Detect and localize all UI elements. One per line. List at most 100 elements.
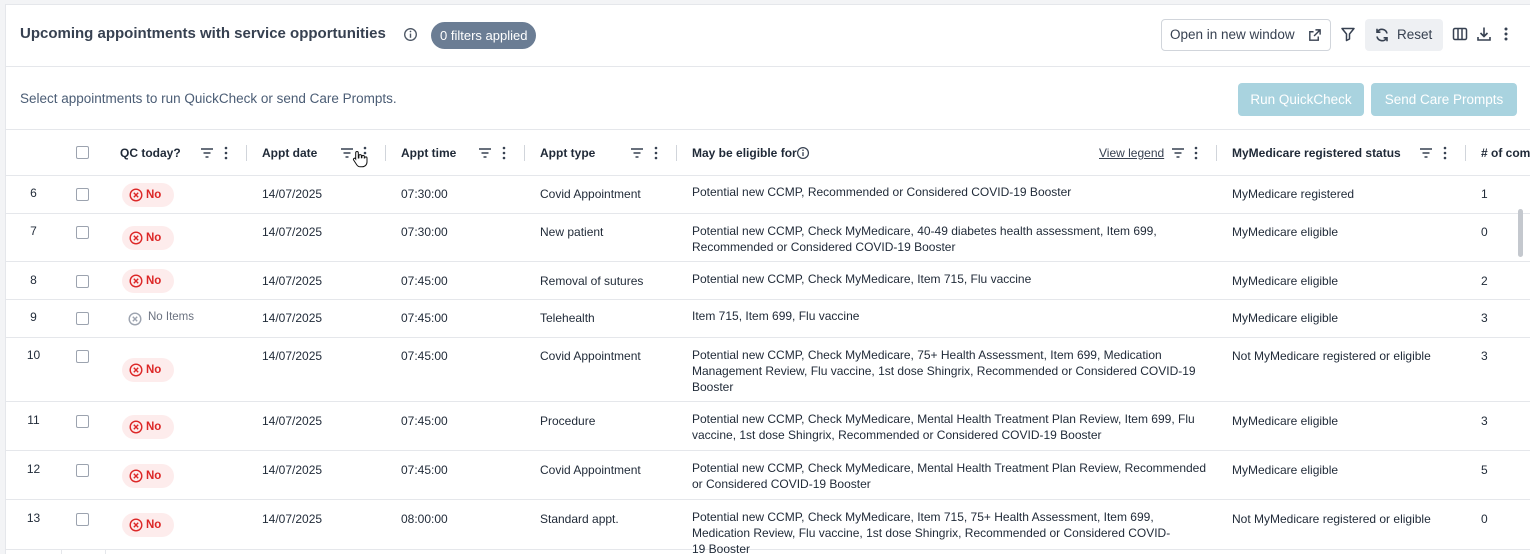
select-all-checkbox[interactable]	[76, 146, 89, 159]
table-row[interactable]: 13 No 14/07/2025 08:00:00 Standard appt.…	[6, 500, 1530, 554]
mymedicare-status: MyMedicare eligible	[1232, 225, 1339, 239]
column-header-qc-today[interactable]: QC today?	[120, 130, 181, 176]
appt-date: 14/07/2025	[262, 463, 323, 477]
view-legend-link[interactable]: View legend	[1099, 130, 1164, 176]
row-checkbox[interactable]	[76, 312, 89, 325]
filters-applied-badge[interactable]: 0 filters applied	[431, 22, 537, 49]
table-row[interactable]: 10 No 14/07/2025 07:45:00 Covid Appointm…	[6, 338, 1530, 402]
qc-status-badge: No	[122, 226, 174, 250]
row-checkbox[interactable]	[76, 513, 89, 526]
appt-type: Standard appt.	[540, 512, 619, 526]
column-separator[interactable]	[1465, 145, 1466, 161]
mymedicare-status: Not MyMedicare registered or eligible	[1232, 349, 1431, 363]
qc-status-badge: No	[122, 415, 174, 439]
column-filter-icon[interactable]	[478, 146, 492, 160]
column-menu-icon[interactable]	[1192, 146, 1200, 160]
column-separator[interactable]	[385, 145, 386, 161]
column-separator[interactable]	[676, 145, 677, 161]
run-quickcheck-button[interactable]: Run QuickCheck	[1238, 83, 1364, 116]
x-circle-icon	[129, 188, 143, 202]
row-checkbox[interactable]	[76, 415, 89, 428]
row-number: 12	[26, 462, 41, 476]
action-bar: Select appointments to run QuickCheck or…	[6, 67, 1530, 130]
row-checkbox[interactable]	[76, 188, 89, 201]
row-number: 7	[30, 224, 37, 238]
table-row[interactable]: 6 No 14/07/2025 07:30:00 Covid Appointme…	[6, 176, 1530, 214]
x-circle-icon	[129, 420, 143, 434]
qc-status-badge: No	[122, 464, 174, 488]
table-row[interactable]: 8 No 14/07/2025 07:45:00 Removal of sutu…	[6, 262, 1530, 300]
row-number: 8	[30, 273, 37, 287]
table-header: QC today? Appt date Appt time Appt type …	[6, 130, 1530, 176]
x-circle-icon	[129, 469, 143, 483]
appt-date: 14/07/2025	[262, 414, 323, 428]
mymedicare-status: MyMedicare eligible	[1232, 274, 1339, 288]
eligible-services: Potential new CCMP, Check MyMedicare, Me…	[692, 461, 1207, 491]
appt-date: 14/07/2025	[262, 187, 323, 201]
row-number: 13	[26, 511, 41, 525]
more-options-icon[interactable]	[1501, 26, 1511, 42]
column-menu-icon[interactable]	[500, 146, 508, 160]
appointments-panel: Upcoming appointments with service oppor…	[5, 4, 1530, 554]
info-icon[interactable]	[796, 146, 810, 160]
x-circle-icon	[129, 518, 143, 532]
send-care-prompts-button[interactable]: Send Care Prompts	[1371, 83, 1517, 116]
vertical-scrollbar-thumb[interactable]	[1518, 209, 1523, 257]
column-menu-icon[interactable]	[1441, 146, 1449, 160]
column-menu-icon[interactable]	[222, 146, 230, 160]
count-value: 1	[1481, 187, 1488, 201]
appt-type: Covid Appointment	[540, 187, 641, 201]
reset-button[interactable]: Reset	[1365, 19, 1443, 51]
qc-status-badge: No	[122, 269, 174, 293]
count-value: 3	[1481, 349, 1488, 363]
appt-type: Removal of sutures	[540, 274, 644, 288]
qc-status-badge: No Items	[128, 311, 194, 326]
table-row[interactable]: 7 No 14/07/2025 07:30:00 New patient Pot…	[6, 214, 1530, 262]
column-header-mymedicare[interactable]: MyMedicare registered status	[1232, 130, 1401, 176]
column-separator[interactable]	[524, 145, 525, 161]
appt-time: 08:00:00	[401, 512, 448, 526]
table-row[interactable]: 9 No Items 14/07/2025 07:45:00 Telehealt…	[6, 300, 1530, 338]
reset-label: Reset	[1397, 27, 1433, 42]
row-checkbox[interactable]	[76, 275, 89, 288]
count-value: 5	[1481, 463, 1488, 477]
download-icon[interactable]	[1476, 26, 1492, 42]
column-header-appt-time[interactable]: Appt time	[401, 130, 456, 176]
hand-cursor-icon	[352, 150, 368, 168]
column-separator[interactable]	[246, 145, 247, 161]
appt-type: New patient	[540, 225, 604, 239]
row-number: 6	[30, 186, 37, 200]
column-filter-icon[interactable]	[1171, 146, 1185, 160]
filter-icon[interactable]	[1340, 26, 1356, 42]
eligible-services: Potential new CCMP, Check MyMedicare, It…	[692, 272, 1032, 286]
open-in-new-window-button[interactable]: Open in new window	[1161, 19, 1331, 51]
appt-time: 07:45:00	[401, 311, 448, 325]
count-value: 2	[1481, 274, 1488, 288]
column-header-appt-date[interactable]: Appt date	[262, 130, 317, 176]
appt-type: Telehealth	[540, 311, 595, 325]
column-menu-icon[interactable]	[652, 146, 660, 160]
table-row[interactable]: 11 No 14/07/2025 07:45:00 Procedure Pote…	[6, 402, 1530, 451]
eligible-services: Potential new CCMP, Recommended or Consi…	[692, 185, 1072, 199]
columns-icon[interactable]	[1452, 26, 1468, 42]
row-number: 10	[26, 348, 41, 362]
count-value: 0	[1481, 225, 1488, 239]
qc-status-badge: No	[122, 358, 174, 382]
x-circle-icon	[129, 231, 143, 245]
column-filter-icon[interactable]	[200, 146, 214, 160]
table-row[interactable]: 12 No 14/07/2025 07:45:00 Covid Appointm…	[6, 451, 1530, 500]
appt-type: Covid Appointment	[540, 349, 641, 363]
column-header-appt-type[interactable]: Appt type	[540, 130, 595, 176]
appt-time: 07:45:00	[401, 414, 448, 428]
column-header-count[interactable]: # of com	[1481, 130, 1530, 176]
appt-time: 07:30:00	[401, 225, 448, 239]
column-filter-icon[interactable]	[1419, 146, 1433, 160]
row-checkbox[interactable]	[76, 350, 89, 363]
info-icon[interactable]	[403, 27, 418, 42]
row-checkbox[interactable]	[76, 464, 89, 477]
column-filter-icon[interactable]	[630, 146, 644, 160]
column-header-eligible[interactable]: May be eligible for	[692, 130, 797, 176]
column-separator[interactable]	[1216, 145, 1217, 161]
row-checkbox[interactable]	[76, 226, 89, 239]
eligible-services: Potential new CCMP, Check MyMedicare, Me…	[692, 412, 1195, 442]
